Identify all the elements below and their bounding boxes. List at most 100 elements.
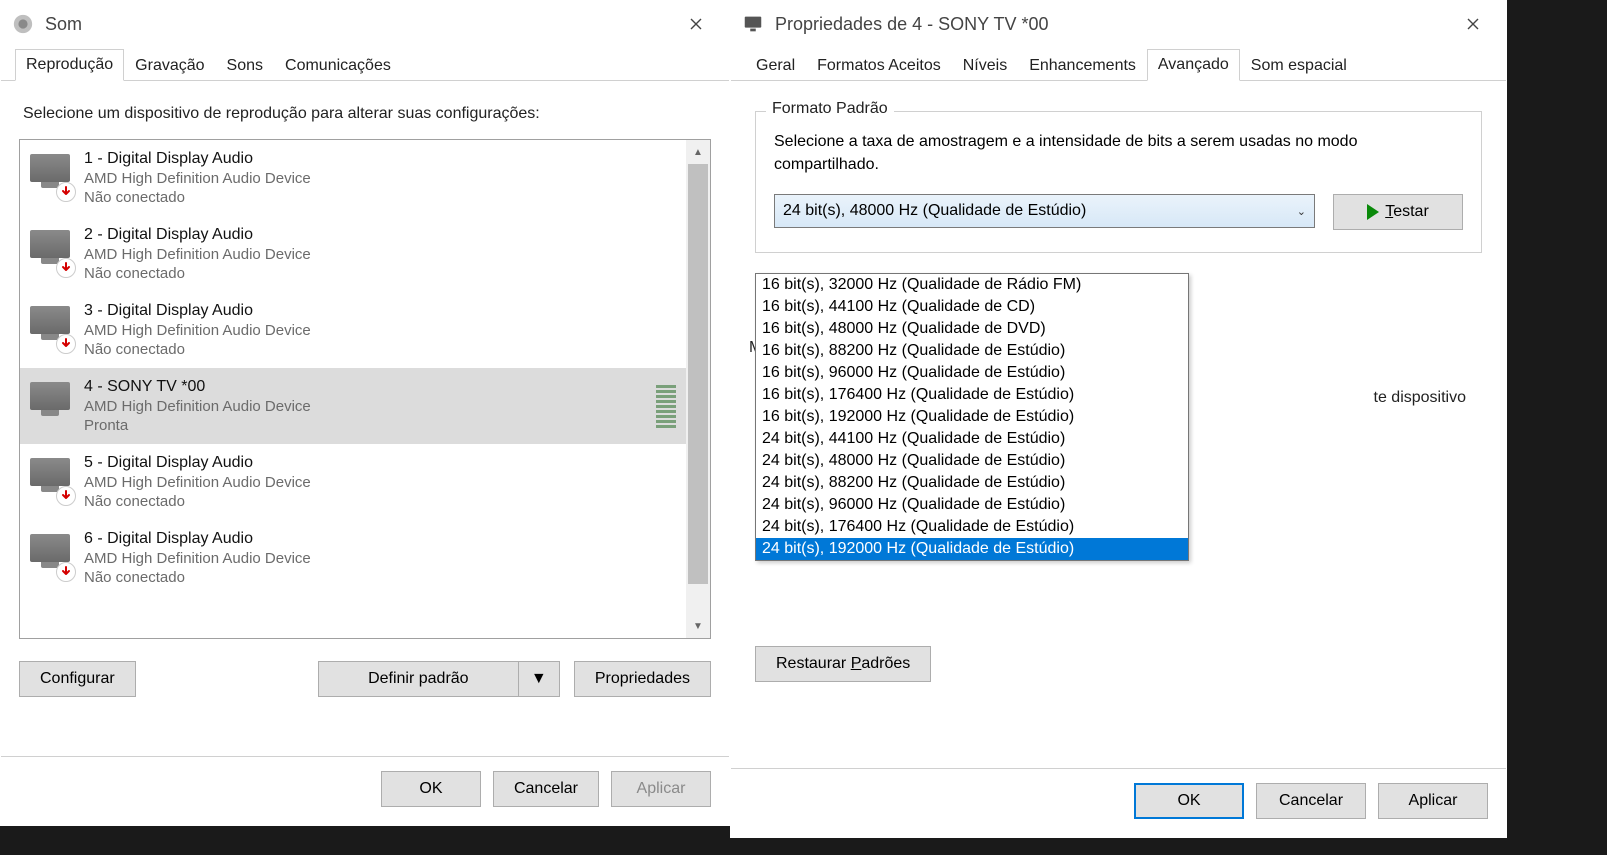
apply-button[interactable]: Aplicar: [1378, 783, 1488, 819]
device-item[interactable]: 1 - Digital Display Audio AMD High Defini…: [20, 140, 686, 216]
set-default-button[interactable]: Definir padrão: [318, 661, 518, 697]
ok-button[interactable]: OK: [381, 771, 481, 807]
tab-comunica-es[interactable]: Comunicações: [274, 50, 402, 81]
device-item[interactable]: 6 - Digital Display Audio AMD High Defini…: [20, 520, 686, 596]
device-driver: AMD High Definition Audio Device: [84, 322, 311, 339]
monitor-disconnected-icon: [26, 226, 74, 274]
format-dropdown-list[interactable]: 16 bit(s), 32000 Hz (Qualidade de Rádio …: [755, 273, 1189, 561]
device-item[interactable]: 2 - Digital Display Audio AMD High Defini…: [20, 216, 686, 292]
cancel-button[interactable]: Cancelar: [493, 771, 599, 807]
scroll-down-icon[interactable]: ▼: [686, 614, 710, 638]
props-content: Formato Padrão Selecione a taxa de amost…: [731, 81, 1506, 768]
props-footer: OK Cancelar Aplicar: [731, 768, 1506, 837]
properties-window: Propriedades de 4 - SONY TV *00 GeralFor…: [730, 0, 1507, 838]
device-listbox[interactable]: 1 - Digital Display Audio AMD High Defini…: [19, 139, 711, 639]
default-format-group: Formato Padrão Selecione a taxa de amost…: [755, 111, 1482, 253]
configure-button[interactable]: Configurar: [19, 661, 136, 697]
sound-button-row: Configurar Definir padrão ▼ Propriedades: [19, 661, 711, 697]
monitor-disconnected-icon: [26, 302, 74, 350]
tab-geral[interactable]: Geral: [745, 50, 806, 81]
monitor-icon: [26, 378, 74, 426]
tab-som-espacial[interactable]: Som espacial: [1240, 50, 1358, 81]
device-item[interactable]: 4 - SONY TV *00 AMD High Definition Audio…: [20, 368, 686, 444]
tab-enhancements[interactable]: Enhancements: [1018, 50, 1147, 81]
playback-instruction: Selecione um dispositivo de reprodução p…: [23, 105, 711, 123]
scroll-thumb[interactable]: [688, 164, 708, 584]
props-tabs: GeralFormatos AceitosNíveisEnhancementsA…: [731, 47, 1506, 81]
close-button[interactable]: [1450, 1, 1496, 47]
monitor-icon: [741, 12, 765, 36]
test-button[interactable]: Testar: [1333, 194, 1463, 230]
restore-defaults-button[interactable]: Restaurar Padrões: [755, 646, 931, 682]
device-name: 3 - Digital Display Audio: [84, 302, 311, 320]
speaker-icon: [11, 12, 35, 36]
device-status: Não conectado: [84, 265, 311, 282]
format-option[interactable]: 16 bit(s), 96000 Hz (Qualidade de Estúdi…: [756, 362, 1188, 384]
format-option[interactable]: 16 bit(s), 192000 Hz (Qualidade de Estúd…: [756, 406, 1188, 428]
device-item[interactable]: 5 - Digital Display AudioAMD High Defini…: [20, 444, 686, 520]
device-name: 6 - Digital Display Audio: [84, 530, 311, 548]
device-status: Não conectado: [84, 569, 311, 586]
device-status: Não conectado: [84, 189, 311, 206]
device-name: 4 - SONY TV *00: [84, 378, 311, 396]
format-option[interactable]: 16 bit(s), 48000 Hz (Qualidade de DVD): [756, 318, 1188, 340]
format-option[interactable]: 24 bit(s), 88200 Hz (Qualidade de Estúdi…: [756, 472, 1188, 494]
sound-titlebar: Som: [1, 1, 729, 47]
ok-button[interactable]: OK: [1134, 783, 1244, 819]
exclusive-mode-text-fragment: te dispositivo: [1374, 389, 1467, 407]
sound-title: Som: [45, 14, 673, 35]
tab-n-veis[interactable]: Níveis: [952, 50, 1018, 81]
tab-grava-o[interactable]: Gravação: [124, 50, 215, 81]
tab-sons[interactable]: Sons: [216, 50, 274, 81]
device-driver: AMD High Definition Audio Device: [84, 170, 311, 187]
play-icon: [1367, 204, 1379, 220]
sound-window: Som ReproduçãoGravaçãoSonsComunicações S…: [0, 0, 730, 826]
monitor-disconnected-icon: [26, 454, 74, 502]
format-option[interactable]: 16 bit(s), 88200 Hz (Qualidade de Estúdi…: [756, 340, 1188, 362]
device-status: Não conectado: [84, 341, 311, 358]
sound-footer: OK Cancelar Aplicar: [1, 756, 729, 825]
props-titlebar: Propriedades de 4 - SONY TV *00: [731, 1, 1506, 47]
scroll-up-icon[interactable]: ▲: [686, 140, 710, 164]
device-driver: AMD High Definition Audio Device: [84, 246, 311, 263]
set-default-dropdown[interactable]: ▼: [518, 661, 560, 697]
tab-avan-ado[interactable]: Avançado: [1147, 49, 1240, 81]
device-driver: AMD High Definition Audio Device: [84, 398, 311, 415]
close-button[interactable]: [673, 1, 719, 47]
default-format-text: Selecione a taxa de amostragem e a inten…: [774, 130, 1463, 176]
format-option[interactable]: 24 bit(s), 176400 Hz (Qualidade de Estúd…: [756, 516, 1188, 538]
device-item[interactable]: 3 - Digital Display Audio AMD High Defini…: [20, 292, 686, 368]
device-driver: AMD High Definition Audio Device: [84, 550, 311, 567]
tab-reprodu-o[interactable]: Reprodução: [15, 49, 124, 81]
props-title: Propriedades de 4 - SONY TV *00: [775, 14, 1450, 35]
level-meter-icon: [656, 385, 676, 428]
format-option[interactable]: 24 bit(s), 48000 Hz (Qualidade de Estúdi…: [756, 450, 1188, 472]
format-option[interactable]: 24 bit(s), 192000 Hz (Qualidade de Estúd…: [756, 538, 1188, 560]
cancel-button[interactable]: Cancelar: [1256, 783, 1366, 819]
sound-content: Selecione um dispositivo de reprodução p…: [1, 81, 729, 756]
apply-button[interactable]: Aplicar: [611, 771, 711, 807]
format-selected-value: 24 bit(s), 48000 Hz (Qualidade de Estúdi…: [783, 202, 1086, 220]
sound-tabs: ReproduçãoGravaçãoSonsComunicações: [1, 47, 729, 81]
set-default-split: Definir padrão ▼: [318, 661, 560, 697]
scrollbar[interactable]: ▲ ▼: [686, 140, 710, 638]
format-option[interactable]: 16 bit(s), 32000 Hz (Qualidade de Rádio …: [756, 274, 1188, 296]
default-format-legend: Formato Padrão: [766, 100, 894, 118]
test-label: estar: [1393, 203, 1429, 220]
format-option[interactable]: 24 bit(s), 96000 Hz (Qualidade de Estúdi…: [756, 494, 1188, 516]
monitor-disconnected-icon: [26, 530, 74, 578]
device-name: 2 - Digital Display Audio: [84, 226, 311, 244]
chevron-down-icon: ⌄: [1297, 205, 1306, 218]
tab-formatos-aceitos[interactable]: Formatos Aceitos: [806, 50, 952, 81]
chevron-down-icon: ▼: [531, 670, 547, 688]
device-driver: AMD High Definition Audio Device: [84, 474, 311, 491]
monitor-disconnected-icon: [26, 150, 74, 198]
device-status: Não conectado: [84, 493, 311, 510]
device-status: Pronta: [84, 417, 311, 434]
format-option[interactable]: 16 bit(s), 176400 Hz (Qualidade de Estúd…: [756, 384, 1188, 406]
properties-button[interactable]: Propriedades: [574, 661, 711, 697]
format-option[interactable]: 24 bit(s), 44100 Hz (Qualidade de Estúdi…: [756, 428, 1188, 450]
device-name: 1 - Digital Display Audio: [84, 150, 311, 168]
format-combobox[interactable]: 24 bit(s), 48000 Hz (Qualidade de Estúdi…: [774, 194, 1315, 228]
format-option[interactable]: 16 bit(s), 44100 Hz (Qualidade de CD): [756, 296, 1188, 318]
